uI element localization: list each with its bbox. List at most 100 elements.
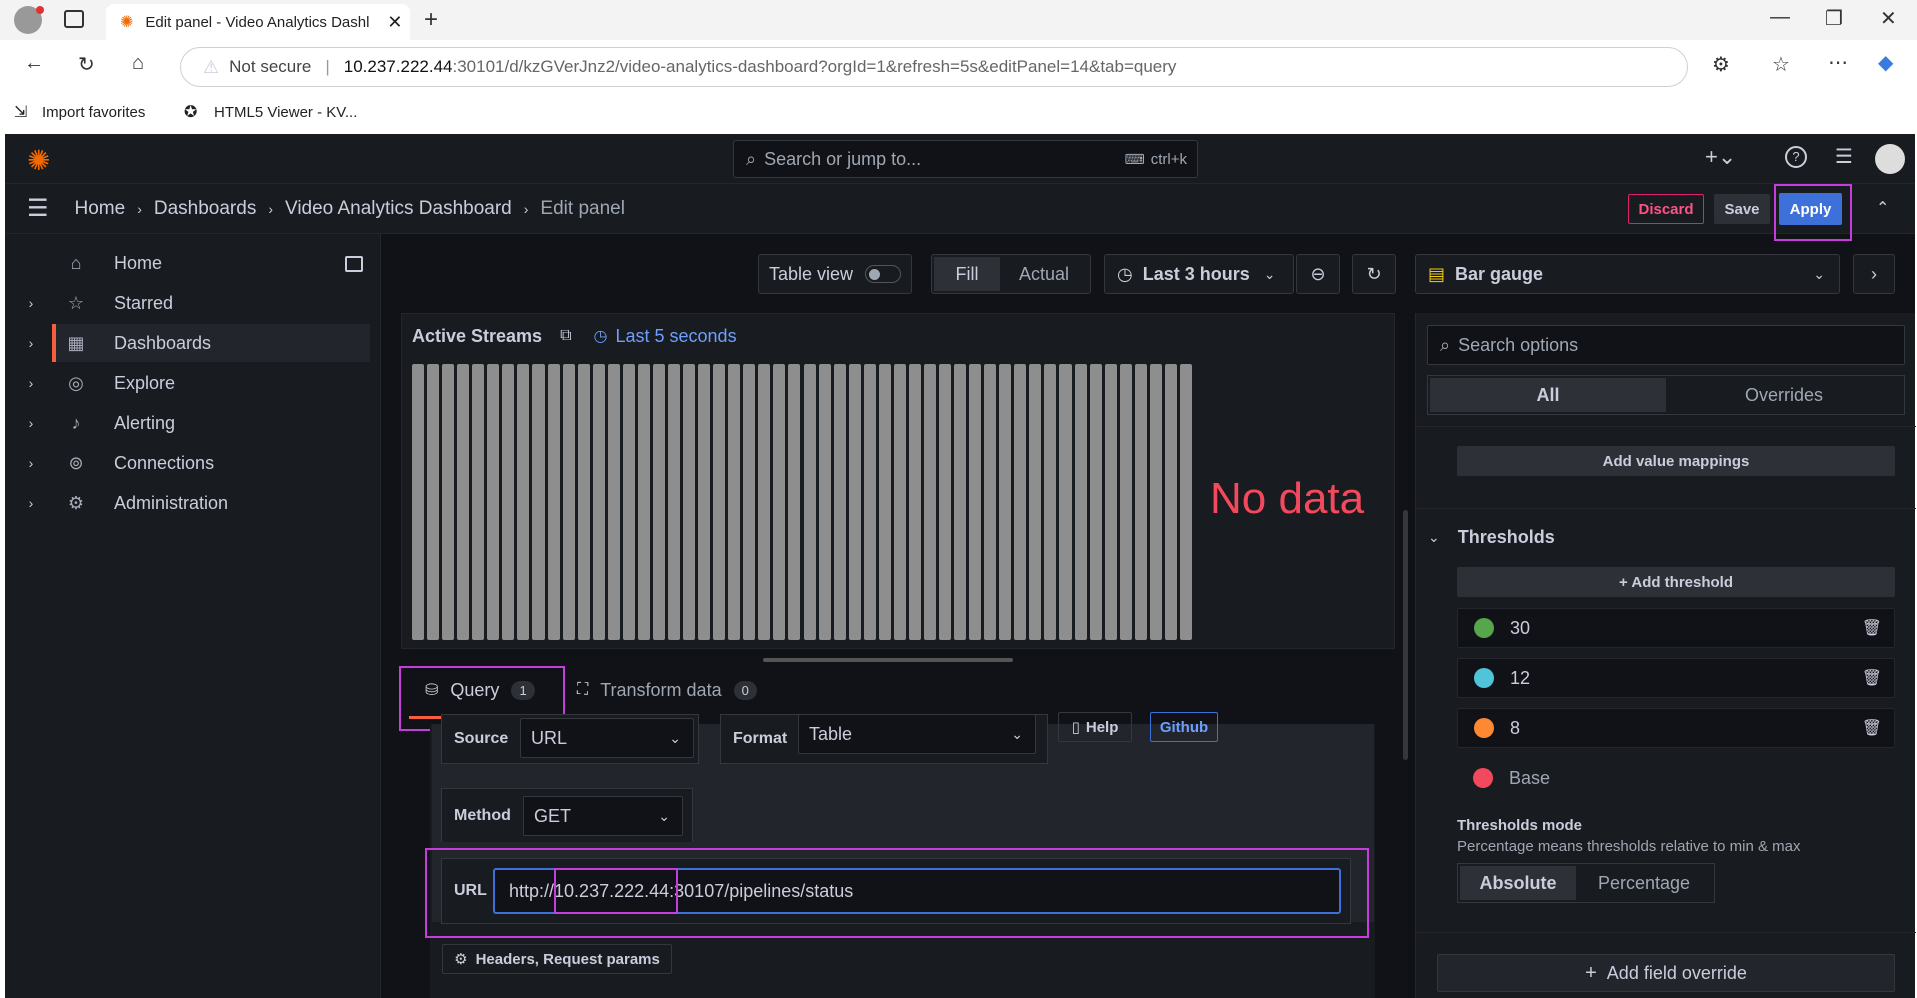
warning-icon: ⚠ [203, 56, 220, 77]
chevron-down-icon: ⌄ [1428, 528, 1440, 545]
gear-icon: ⚙ [67, 492, 85, 513]
save-button[interactable]: Save [1714, 194, 1770, 224]
menu-icon[interactable]: ☰ [27, 194, 49, 223]
time-range-picker[interactable]: ◷ Last 3 hours ⌄ [1104, 254, 1294, 294]
grafana-logo-icon[interactable]: ✺ [27, 144, 50, 177]
more-icon[interactable]: ⋯ [1828, 50, 1848, 75]
threshold-row[interactable]: 8 🗑 [1457, 708, 1895, 748]
bar-gauge-bar [1089, 364, 1102, 640]
sidebar-item-home[interactable]: ⌂ Home [16, 244, 366, 282]
close-window-icon[interactable]: ✕ [1880, 6, 1897, 31]
tab-all[interactable]: All [1430, 378, 1666, 412]
options-collapse-button[interactable]: › [1853, 254, 1895, 294]
clock-icon: ◷ [1117, 263, 1133, 284]
panel-time-info: Last 5 seconds [615, 325, 737, 346]
trash-icon[interactable]: 🗑 [1862, 618, 1882, 638]
zoom-out-button[interactable]: ⊖ [1296, 254, 1340, 294]
news-rss-icon[interactable]: ☰ [1835, 144, 1853, 169]
collapse-chevron-icon[interactable]: ⌃ [1876, 198, 1889, 218]
threshold-color-swatch[interactable] [1473, 768, 1493, 788]
close-tab-icon[interactable]: ✕ [387, 12, 402, 33]
threshold-value: Base [1509, 767, 1551, 788]
zoom-out-icon: ⊖ [1310, 263, 1326, 284]
chevron-right-icon[interactable]: › [16, 375, 46, 391]
url-input[interactable]: ⚠ Not secure | 10.237.222.44 :30101/d/kz… [180, 47, 1688, 87]
sidebar-item-explore[interactable]: › ◎ Explore [16, 364, 366, 402]
format-value: Table [809, 723, 853, 744]
trash-icon[interactable]: 🗑 [1862, 718, 1882, 738]
chevron-right-icon[interactable]: › [16, 455, 46, 471]
threshold-color-swatch[interactable] [1474, 668, 1494, 688]
chevron-right-icon[interactable]: › [16, 415, 46, 431]
trash-icon[interactable]: 🗑 [1862, 668, 1882, 688]
back-icon[interactable]: ← [24, 52, 44, 75]
copilot-icon[interactable]: ◆ [1878, 50, 1893, 75]
home-browser-icon[interactable]: ⌂ [132, 52, 144, 75]
url-divider: | [325, 57, 330, 76]
sidebar-item-alerting[interactable]: › ♪ Alerting [16, 404, 366, 442]
search-bar[interactable]: ⌕ Search or jump to... ⌨ ctrl+k [733, 140, 1198, 178]
chevron-right-icon[interactable]: › [16, 495, 46, 511]
bar-gauge-bar [1164, 364, 1177, 640]
bar-gauge-bars [412, 364, 1192, 640]
discard-button[interactable]: Discard [1628, 194, 1704, 224]
threshold-color-swatch[interactable] [1474, 618, 1494, 638]
bar-gauge-bar [547, 364, 560, 640]
chevron-down-icon: ⌄ [1263, 265, 1276, 282]
method-select[interactable]: GET ⌄ [523, 796, 683, 836]
bar-gauge-bar [923, 364, 936, 640]
favorite-import[interactable]: Import favorites [42, 104, 145, 121]
bar-gauge-bar [1074, 364, 1087, 640]
add-value-mappings-button[interactable]: Add value mappings [1457, 446, 1895, 476]
mode-percentage[interactable]: Percentage [1576, 873, 1712, 894]
chevron-right-icon[interactable]: › [16, 295, 46, 311]
breadcrumb-dashboard[interactable]: Video Analytics Dashboard [285, 198, 512, 220]
chevron-right-icon[interactable]: › [16, 335, 46, 351]
user-avatar[interactable] [1875, 144, 1905, 174]
add-threshold-button[interactable]: + Add threshold [1457, 567, 1895, 597]
restore-icon[interactable]: ❐ [1825, 6, 1843, 31]
sidebar-item-dashboards[interactable]: › ▦ Dashboards [16, 324, 366, 362]
refresh-button[interactable]: ↻ [1352, 254, 1396, 294]
actual-option[interactable]: Actual [1000, 264, 1088, 285]
threshold-color-swatch[interactable] [1474, 718, 1494, 738]
options-search[interactable]: ⌕ Search options [1427, 325, 1905, 365]
add-icon[interactable]: +⌄ [1705, 144, 1736, 170]
bar-gauge-bar [652, 364, 665, 640]
headers-request-params-button[interactable]: ⚙ Headers, Request params [442, 944, 672, 974]
external-link-icon[interactable]: ⧉ [560, 327, 571, 345]
source-select[interactable]: URL ⌄ [520, 718, 694, 758]
breadcrumb-sep: › [268, 200, 273, 217]
reload-icon[interactable]: ↻ [78, 52, 95, 77]
minimize-icon[interactable]: — [1770, 6, 1790, 29]
tab-transform[interactable]: ⛶ Transform data 0 [577, 670, 797, 710]
threshold-row[interactable]: 30 🗑 [1457, 608, 1895, 648]
thresholds-section-header[interactable]: ⌄ Thresholds [1428, 524, 1555, 550]
tab-actions-icon[interactable] [64, 10, 84, 28]
extensions-icon[interactable]: ⚙ [1712, 52, 1730, 77]
add-field-override-button[interactable]: + Add field override [1437, 954, 1895, 992]
breadcrumb-home[interactable]: Home [75, 198, 126, 220]
browser-tab[interactable]: ✺ Edit panel - Video Analytics Dashl ✕ [106, 4, 410, 40]
new-tab-icon[interactable]: + [424, 6, 438, 34]
tab-overrides[interactable]: Overrides [1666, 385, 1902, 406]
editor-scrollbar[interactable] [1403, 510, 1408, 760]
table-view-toggle[interactable]: Table view [758, 254, 912, 294]
favorite-html5-viewer[interactable]: HTML5 Viewer - KV... [214, 104, 357, 121]
visualization-picker[interactable]: ▤ Bar gauge ⌄ [1415, 254, 1840, 294]
threshold-value: 30 [1510, 617, 1531, 638]
chevron-right-icon: › [1871, 263, 1877, 284]
breadcrumb-dashboards[interactable]: Dashboards [154, 198, 256, 220]
toggle-switch[interactable] [865, 265, 902, 283]
sidebar-item-administration[interactable]: › ⚙ Administration [16, 484, 366, 522]
bar-gauge-bar [939, 364, 952, 640]
sidebar-item-starred[interactable]: › ☆ Starred [16, 284, 366, 322]
highlight-url-host [554, 868, 678, 914]
favorites-icon[interactable]: ☆ [1772, 52, 1790, 77]
threshold-row[interactable]: 12 🗑 [1457, 658, 1895, 698]
help-icon[interactable]: ? [1785, 146, 1807, 168]
mode-absolute[interactable]: Absolute [1460, 866, 1576, 900]
not-secure-label: Not secure [229, 57, 312, 76]
sidebar-item-connections[interactable]: › ⊚ Connections [16, 444, 366, 482]
fill-option[interactable]: Fill [934, 257, 1000, 291]
